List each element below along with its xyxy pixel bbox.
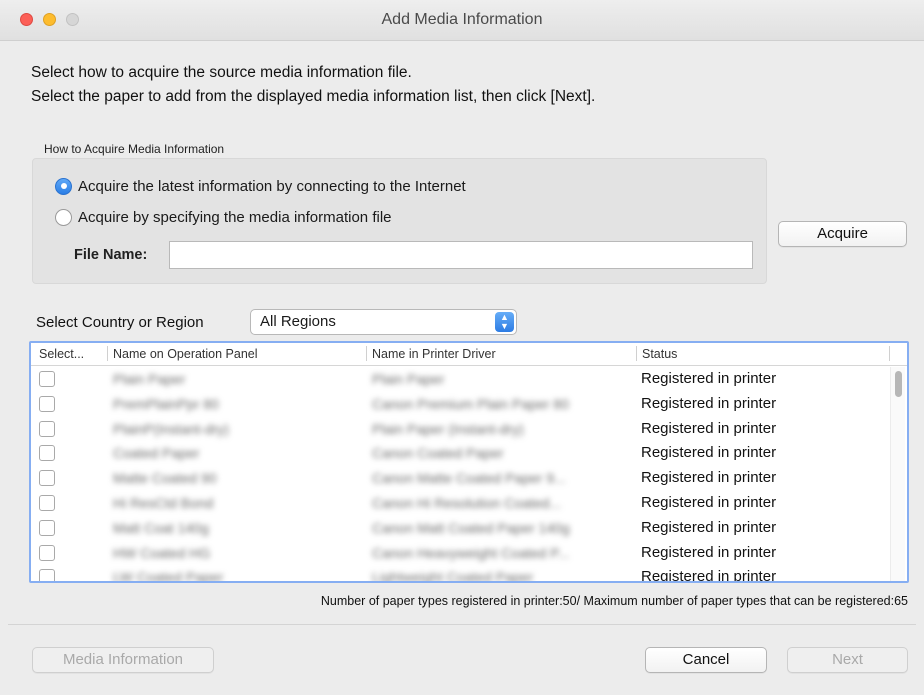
table-row[interactable]: Matte Coated 90 Canon Matte Coated Paper … xyxy=(31,466,907,491)
cell-status: Registered in printer xyxy=(641,568,777,583)
row-select-checkbox[interactable] xyxy=(39,470,55,487)
cell-driver-name: Canon Matte Coated Paper 9... xyxy=(372,470,566,487)
instruction-line-2: Select the paper to add from the display… xyxy=(31,88,596,105)
select-stepper-icon: ▲ ▼ xyxy=(495,312,514,332)
column-header-driver-name[interactable]: Name in Printer Driver xyxy=(372,347,496,361)
paper-count-note: Number of paper types registered in prin… xyxy=(320,594,908,608)
cell-panel-name: HW Coated HG xyxy=(113,544,211,561)
cell-status: Registered in printer xyxy=(641,494,777,511)
column-header-status[interactable]: Status xyxy=(642,347,677,361)
instruction-line-1: Select how to acquire the source media i… xyxy=(31,64,412,81)
table-row[interactable]: Coated Paper Canon Coated Paper Registered… xyxy=(31,441,907,466)
radio-acquire-file[interactable]: Acquire by specifying the media informat… xyxy=(55,207,392,227)
radio-acquire-internet-label: Acquire the latest information by connec… xyxy=(78,177,466,195)
cell-panel-name: Matte Coated 90 xyxy=(113,470,217,487)
radio-acquire-internet[interactable]: Acquire the latest information by connec… xyxy=(55,176,466,196)
column-header-select[interactable]: Select... xyxy=(39,347,84,361)
table-row[interactable]: PlainP(Instant-dry) Plain Paper (Instant-… xyxy=(31,417,907,442)
title-bar[interactable]: Add Media Information xyxy=(0,0,924,41)
row-select-checkbox[interactable] xyxy=(39,395,55,412)
cell-panel-name: Matt Coat 140g xyxy=(113,519,209,536)
file-name-input[interactable] xyxy=(169,241,753,269)
cell-driver-name: Canon Matt Coated Paper 140g xyxy=(372,519,570,536)
cell-driver-name: Canon Heavyweight Coated P... xyxy=(372,544,570,561)
file-name-label: File Name: xyxy=(74,247,148,263)
cell-driver-name: Canon Coated Paper xyxy=(372,445,504,462)
cell-driver-name: Plain Paper (Instant-dry) xyxy=(372,420,524,437)
add-media-information-dialog: Add Media Information Select how to acqu… xyxy=(0,0,924,695)
cell-driver-name: Canon Hi Resolution Coated... xyxy=(372,495,562,511)
cell-status: Registered in printer xyxy=(641,370,777,387)
cell-status: Registered in printer xyxy=(641,543,777,561)
cell-panel-name: PremPlainPpr 80 xyxy=(113,395,219,412)
radio-selected-icon[interactable] xyxy=(55,177,72,195)
table-row[interactable]: Matt Coat 140g Canon Matt Coated Paper 14… xyxy=(31,516,907,541)
row-select-checkbox[interactable] xyxy=(39,420,55,437)
table-row[interactable]: PremPlainPpr 80 Canon Premium Plain Paper… xyxy=(31,392,907,417)
row-select-checkbox[interactable] xyxy=(39,519,55,536)
cell-status: Registered in printer xyxy=(641,469,777,487)
row-select-checkbox[interactable] xyxy=(39,495,55,511)
country-region-select[interactable]: All Regions ▲ ▼ xyxy=(250,309,517,335)
table-header: Select... Name on Operation Panel Name i… xyxy=(31,343,907,366)
table-row[interactable]: LW Coated Paper Lightweight Coated Paper R… xyxy=(31,565,907,583)
country-region-value: All Regions xyxy=(260,313,336,330)
cell-panel-name: LW Coated Paper xyxy=(113,569,224,583)
cell-status: Registered in printer xyxy=(641,444,777,462)
media-list-table[interactable]: Select... Name on Operation Panel Name i… xyxy=(29,341,909,583)
row-select-checkbox[interactable] xyxy=(39,569,55,581)
country-region-label: Select Country or Region xyxy=(36,314,204,331)
row-select-checkbox[interactable] xyxy=(39,371,55,387)
media-information-button[interactable]: Media Information xyxy=(32,647,214,673)
cell-driver-name: Plain Paper xyxy=(372,371,445,387)
table-scrollbar[interactable] xyxy=(890,367,905,581)
column-separator xyxy=(366,346,367,361)
footer-divider xyxy=(8,624,916,625)
acquire-group-label: How to Acquire Media Information xyxy=(44,142,225,156)
column-separator xyxy=(636,346,637,361)
cell-driver-name: Canon Premium Plain Paper 80 xyxy=(372,395,569,412)
table-row[interactable]: Plain Paper Plain Paper Registered in prin… xyxy=(31,367,907,392)
window-title: Add Media Information xyxy=(381,11,543,28)
radio-unselected-icon[interactable] xyxy=(55,208,72,226)
cell-panel-name: Coated Paper xyxy=(113,445,200,462)
table-row[interactable]: HW Coated HG Canon Heavyweight Coated P..… xyxy=(31,541,907,566)
row-select-checkbox[interactable] xyxy=(39,544,55,561)
cell-status: Registered in printer xyxy=(641,419,777,437)
next-button[interactable]: Next xyxy=(787,647,908,673)
cell-status: Registered in printer xyxy=(641,518,777,536)
column-separator xyxy=(889,346,890,361)
acquire-button[interactable]: Acquire xyxy=(778,221,907,247)
row-select-checkbox[interactable] xyxy=(39,445,55,462)
cell-status: Registered in printer xyxy=(641,394,777,412)
cell-panel-name: PlainP(Instant-dry) xyxy=(113,420,229,437)
radio-acquire-file-label: Acquire by specifying the media informat… xyxy=(78,208,392,226)
table-row[interactable]: Hi ResCtd Bond Canon Hi Resolution Coated… xyxy=(31,491,907,516)
column-separator xyxy=(107,346,108,361)
cell-panel-name: Hi ResCtd Bond xyxy=(113,495,214,511)
column-header-panel-name[interactable]: Name on Operation Panel xyxy=(113,347,258,361)
scrollbar-thumb[interactable] xyxy=(895,371,902,397)
cell-driver-name: Lightweight Coated Paper xyxy=(372,569,534,583)
cancel-button[interactable]: Cancel xyxy=(645,647,767,673)
cell-panel-name: Plain Paper xyxy=(113,371,186,387)
